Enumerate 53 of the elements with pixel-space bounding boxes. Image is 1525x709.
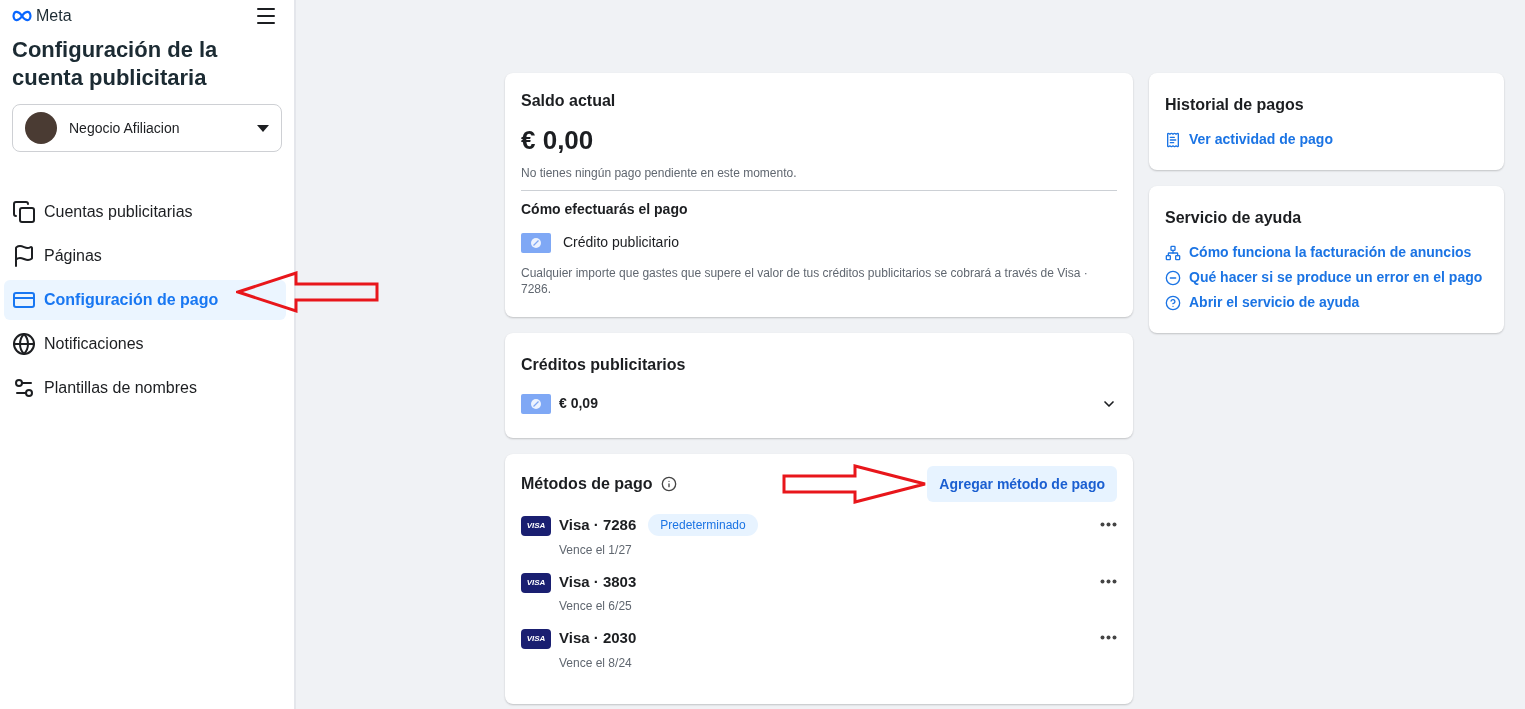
section-title: Historial de pagos (1165, 95, 1305, 115)
info-icon (660, 476, 677, 492)
more-options-button[interactable] (1100, 635, 1117, 640)
flag-icon (12, 244, 36, 268)
page-title: Configuración de la cuenta publicitaria (11, 36, 219, 92)
network-icon (1165, 244, 1181, 261)
credit-amount: € 0,09 (559, 394, 599, 413)
dropdown-caret-icon (257, 124, 269, 132)
logo-text: Meta (36, 6, 72, 26)
nav-item[interactable]: Configuración de pago (4, 280, 286, 320)
infinity-logo-icon (12, 10, 32, 22)
footnote: Cualquier importe que gastes que supere el valor de tus créditos publicitarios se cobrará a través de Visa · 7286. (521, 265, 1089, 297)
card-name: Visa · 3803 (559, 571, 637, 592)
balance-amount: € 0,00 (521, 124, 595, 157)
card-expiry: Vence el 1/27 (559, 541, 633, 559)
nav-item[interactable]: Cuentas publicitarias (4, 192, 286, 232)
subsection-title: Cómo efectuarás el pago (521, 200, 689, 219)
card-brand-mark: VISA (521, 629, 551, 649)
add-payment-method-button[interactable]: Agregar método de pago (927, 466, 1117, 502)
card-brand-mark: VISA (521, 572, 551, 593)
more-dots-icon (1100, 522, 1117, 527)
minus-circle-icon (1165, 269, 1181, 286)
nav-item[interactable]: Notificaciones (4, 324, 286, 364)
help-link[interactable]: Cómo funciona la facturación de anuncios (1165, 242, 1488, 263)
stacked-cards-icon (12, 200, 36, 224)
default-badge: Predeterminado (648, 514, 758, 537)
avatar (25, 112, 57, 144)
card-name: Visa · 2030 (559, 628, 637, 648)
card-expiry: Vence el 6/25 (559, 598, 633, 615)
more-options-button[interactable] (1100, 578, 1117, 584)
globe-icon (12, 332, 36, 356)
payment-method-label: Crédito publicitario (563, 233, 679, 252)
section-title: Créditos publicitarios (521, 355, 687, 375)
card-brand-mark: VISA (521, 516, 551, 536)
help-link[interactable]: Qué hacer si se produce un error en el pago (1165, 267, 1488, 288)
card-expiry: Vence el 8/24 (559, 654, 633, 672)
nav-item[interactable]: Plantillas de nombres (4, 368, 286, 408)
receipt-icon (1165, 131, 1181, 148)
credit-coupon-icon (521, 232, 551, 253)
payment-activity-link[interactable]: Ver actividad de pago (1165, 129, 1488, 150)
more-dots-icon (1100, 578, 1117, 584)
account-selector[interactable]: Negocio Afiliacion (12, 104, 282, 152)
more-dots-icon (1100, 635, 1117, 640)
help-link[interactable]: Abrir el servicio de ayuda (1165, 292, 1488, 313)
credit-coupon-icon (521, 393, 551, 414)
section-title: Saldo actual (521, 91, 617, 111)
card-name: Visa · 7286 (559, 515, 637, 535)
help-icon (1165, 294, 1181, 311)
balance-note: No tienes ningún pago pendiente en este momento. (521, 164, 1117, 191)
more-options-button[interactable] (1100, 522, 1117, 527)
section-title: Métodos de pago (521, 474, 653, 494)
nav-item[interactable]: Páginas (4, 236, 286, 276)
section-title: Servicio de ayuda (1165, 208, 1303, 228)
